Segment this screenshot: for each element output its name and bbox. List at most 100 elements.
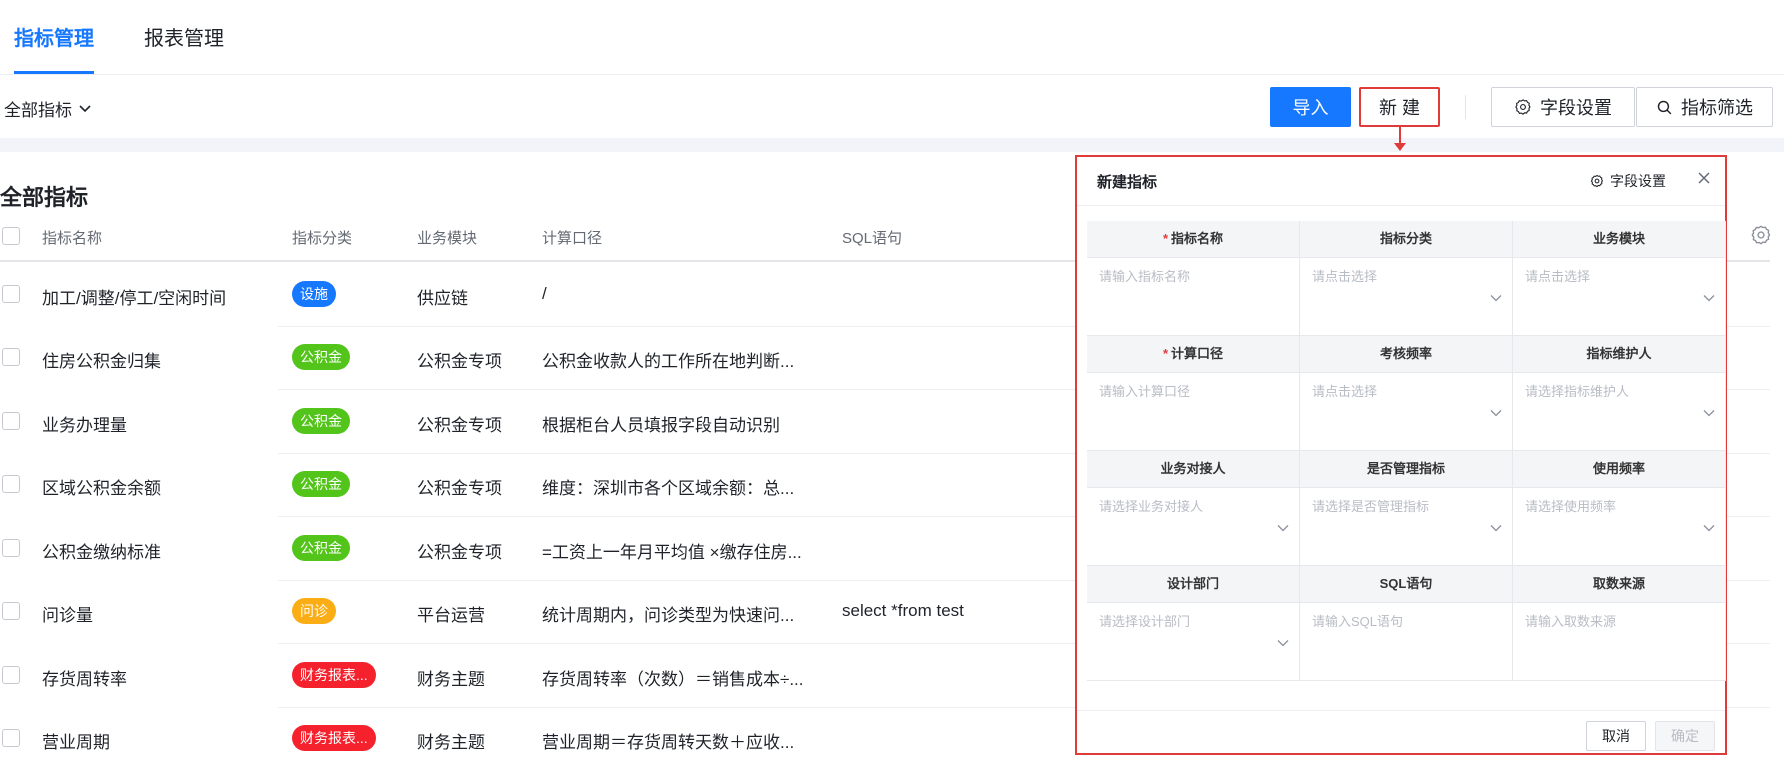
row-checkbox[interactable]	[2, 602, 20, 621]
close-icon[interactable]	[1697, 171, 1711, 185]
row-calc-rule: 存货周转率（次数）＝销售成本÷...	[542, 669, 804, 689]
form-input[interactable]: 请输入SQL语句	[1300, 603, 1513, 681]
row-business-module: 公积金专项	[417, 352, 502, 372]
form-select[interactable]: 请选择使用频率	[1513, 488, 1726, 566]
table-title: 全部指标	[0, 185, 89, 210]
form-select[interactable]: 请选择是否管理指标	[1300, 488, 1513, 566]
form-input[interactable]: 请输入指标名称	[1087, 258, 1300, 336]
form-select[interactable]: 请选择指标维护人	[1513, 373, 1726, 451]
form-field-label: 考核频率	[1300, 336, 1513, 373]
form-placeholder: 请点击选择	[1525, 269, 1591, 284]
form-field-label-text: 计算口径	[1171, 346, 1224, 361]
row-metric-name[interactable]: 问诊量	[42, 601, 93, 626]
form-placeholder: 请选择指标维护人	[1525, 384, 1630, 399]
new-metric-button[interactable]: 新 建	[1359, 87, 1440, 127]
row-business-module: 财务主题	[417, 669, 485, 689]
form-input[interactable]: 请输入计算口径	[1087, 373, 1300, 451]
cancel-button[interactable]: 取消	[1586, 721, 1646, 751]
form-placeholder: 请选择是否管理指标	[1312, 499, 1430, 514]
row-metric-name[interactable]: 加工/调整/停工/空闲时间	[42, 284, 226, 309]
form-placeholder: 请选择业务对接人	[1099, 499, 1204, 514]
row-calc-rule: 公积金收款人的工作所在地判断...	[542, 352, 795, 372]
row-category-tag: 财务报表...	[292, 725, 376, 752]
form-placeholder: 请输入SQL语句	[1312, 614, 1404, 629]
row-business-module: 财务主题	[417, 733, 485, 753]
row-metric-name[interactable]: 区域公积金余额	[42, 474, 161, 499]
form-placeholder: 请输入取数来源	[1525, 614, 1617, 629]
form-field-label: SQL语句	[1300, 566, 1513, 603]
form-field-label: 取数来源	[1513, 566, 1726, 603]
chevron-down-icon	[1277, 640, 1289, 647]
import-button[interactable]: 导入	[1270, 87, 1351, 127]
panel-field-settings-button[interactable]: 字段设置	[1590, 171, 1666, 191]
form-field-label: 指标维护人	[1513, 336, 1726, 373]
form-placeholder: 请点击选择	[1312, 384, 1378, 399]
gear-icon	[1590, 174, 1604, 188]
metric-filter-button[interactable]: 指标筛选	[1636, 87, 1773, 127]
select-all-checkbox[interactable]	[2, 227, 20, 245]
header-business-module: 业务模块	[417, 230, 478, 247]
form-field-label-text: 设计部门	[1166, 576, 1219, 591]
metric-scope-label: 全部指标	[4, 101, 72, 120]
row-business-module: 公积金专项	[417, 542, 502, 562]
form-field-label-text: 使用频率	[1592, 461, 1645, 476]
form-select[interactable]: 请点击选择	[1300, 258, 1513, 336]
top-tab-bar: 指标管理 报表管理	[0, 0, 1784, 75]
metric-scope-dropdown[interactable]: 全部指标	[4, 96, 92, 121]
form-field-label-text: 考核频率	[1379, 346, 1432, 361]
row-business-module: 平台运营	[417, 606, 485, 626]
form-placeholder: 请输入计算口径	[1099, 384, 1191, 399]
section-separator-band	[0, 138, 1784, 152]
row-checkbox[interactable]	[2, 284, 20, 303]
row-metric-name[interactable]: 业务办理量	[42, 411, 127, 436]
chevron-down-icon	[1703, 410, 1715, 417]
row-metric-name[interactable]: 存货周转率	[42, 665, 127, 690]
callout-arrow-head	[1394, 143, 1406, 151]
form-placeholder: 请选择设计部门	[1099, 614, 1191, 629]
panel-header-divider	[1077, 205, 1725, 206]
row-checkbox[interactable]	[2, 411, 20, 430]
row-calc-rule: 统计周期内，问诊类型为快速问...	[542, 606, 795, 626]
row-calc-rule: /	[542, 283, 547, 303]
field-settings-button[interactable]: 字段设置	[1491, 87, 1635, 127]
tab-metric-management[interactable]: 指标管理	[14, 22, 94, 51]
tab-report-management[interactable]: 报表管理	[144, 22, 224, 51]
form-field-label: 指标分类	[1300, 221, 1513, 258]
confirm-button[interactable]: 确定	[1655, 721, 1715, 751]
chevron-down-icon	[1703, 525, 1715, 532]
search-icon	[1657, 100, 1672, 114]
required-marker: *	[1162, 346, 1169, 361]
chevron-down-icon	[79, 104, 91, 112]
row-checkbox[interactable]	[2, 665, 20, 684]
row-metric-name[interactable]: 住房公积金归集	[42, 347, 161, 372]
gear-icon[interactable]	[1750, 224, 1772, 246]
form-placeholder: 请输入指标名称	[1099, 269, 1191, 284]
row-checkbox[interactable]	[2, 348, 20, 367]
form-select[interactable]: 请点击选择	[1300, 373, 1513, 451]
row-checkbox[interactable]	[2, 475, 20, 494]
chevron-down-icon	[1277, 525, 1289, 532]
metric-filter-label: 指标筛选	[1681, 98, 1753, 118]
row-metric-name[interactable]: 公积金缴纳标准	[42, 538, 161, 563]
row-metric-name[interactable]: 营业周期	[42, 728, 110, 753]
active-tab-indicator	[14, 71, 94, 74]
form-input[interactable]: 请输入取数来源	[1513, 603, 1726, 681]
row-checkbox[interactable]	[2, 538, 20, 557]
chevron-down-icon	[1490, 410, 1502, 417]
form-select[interactable]: 请点击选择	[1513, 258, 1726, 336]
form-field-label-text: 业务对接人	[1160, 461, 1226, 476]
form-field-label: 业务模块	[1513, 221, 1726, 258]
gear-icon	[1515, 99, 1531, 115]
row-calc-rule: 营业周期＝存货周转天数＋应收...	[542, 733, 795, 753]
form-field-label-text: 业务模块	[1592, 231, 1645, 246]
row-category-tag: 财务报表...	[292, 661, 376, 688]
header-sql: SQL语句	[842, 230, 903, 247]
form-field-label-text: 指标维护人	[1586, 346, 1652, 361]
form-select[interactable]: 请选择业务对接人	[1087, 488, 1300, 566]
form-select[interactable]: 请选择设计部门	[1087, 603, 1300, 681]
row-checkbox[interactable]	[2, 729, 20, 748]
form-placeholder: 请点击选择	[1312, 269, 1378, 284]
row-category-tag: 设施	[292, 280, 336, 307]
form-field-label: 设计部门	[1087, 566, 1300, 603]
row-calc-rule: =工资上一年月平均值 ×缴存住房...	[542, 542, 802, 562]
